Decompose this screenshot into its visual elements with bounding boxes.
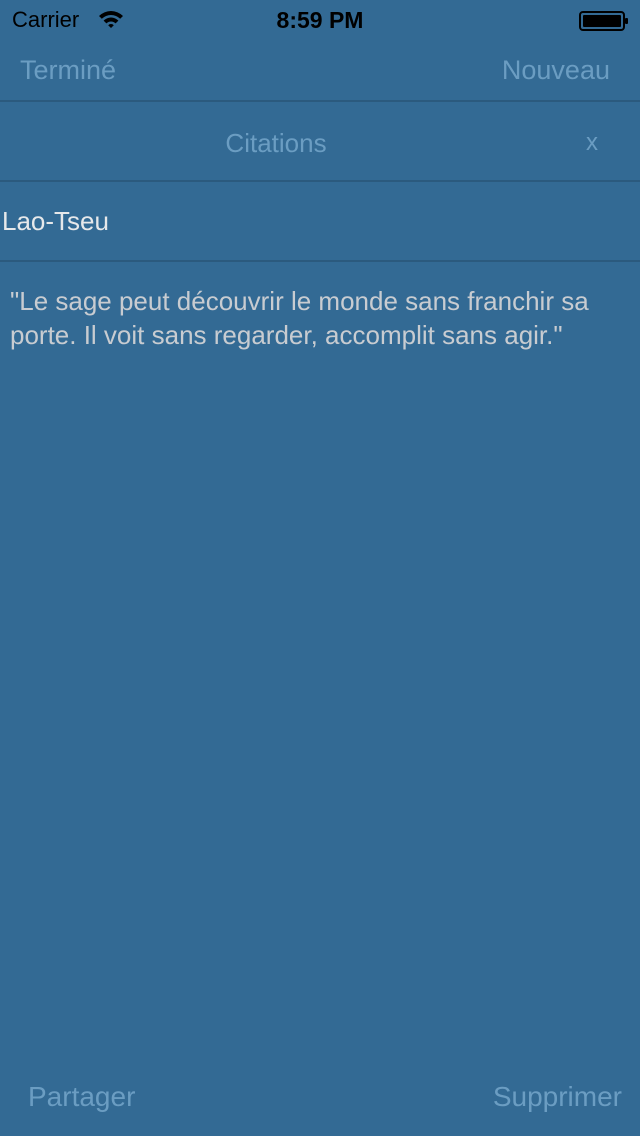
navigation-bar: Terminé Nouveau (0, 40, 640, 102)
close-button[interactable]: x (586, 128, 598, 158)
new-button[interactable]: Nouveau (502, 54, 610, 86)
battery-icon (579, 11, 628, 31)
bottom-toolbar: Partager Supprimer (0, 1070, 640, 1136)
author-row: Lao-Tseu (0, 182, 640, 262)
page-title: Citations (225, 128, 327, 158)
quote-author: Lao-Tseu (2, 206, 109, 236)
title-bar: Citations x (0, 102, 640, 182)
delete-button[interactable]: Supprimer (493, 1081, 622, 1113)
clock: 8:59 PM (276, 7, 364, 33)
quote-text: "Le sage peut découvrir le monde sans fr… (10, 286, 589, 350)
done-button[interactable]: Terminé (20, 54, 116, 86)
status-bar: Carrier 8:59 PM (0, 0, 640, 40)
share-button[interactable]: Partager (28, 1081, 135, 1113)
